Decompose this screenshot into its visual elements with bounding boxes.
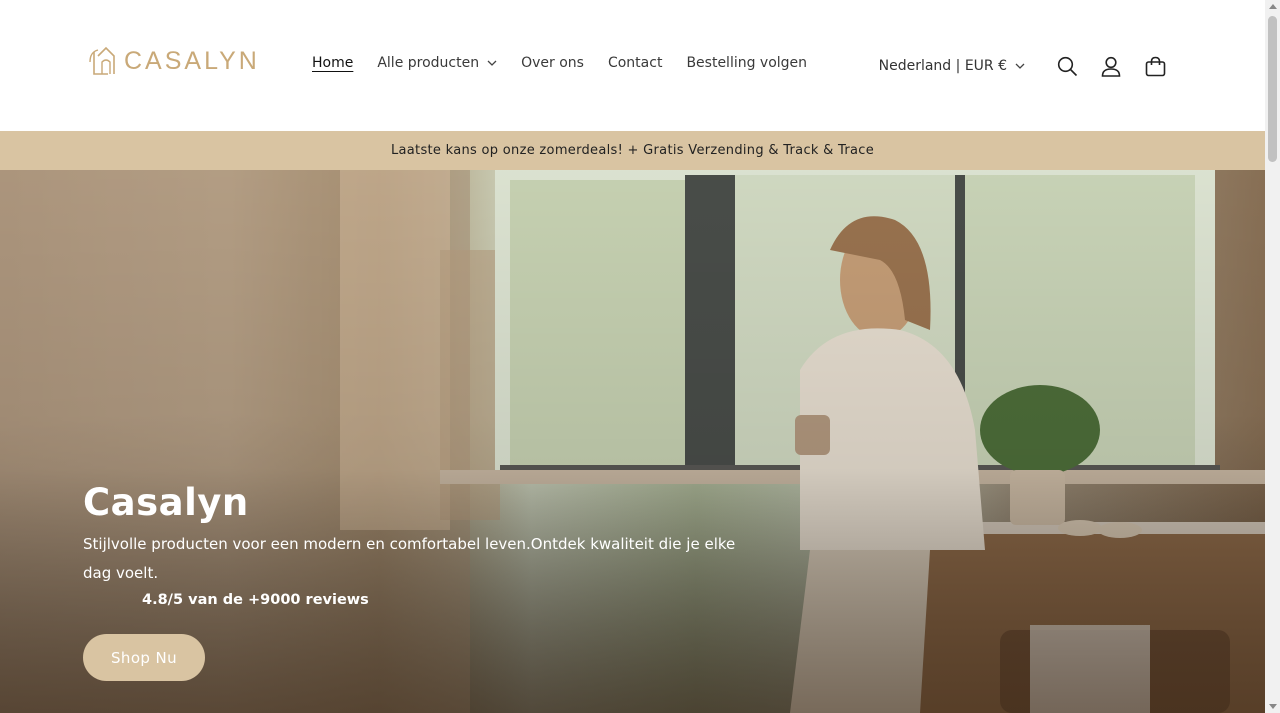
nav-over-ons-label: Over ons: [521, 55, 584, 71]
page-scrollbar[interactable]: [1265, 0, 1280, 713]
nav-contact-label: Contact: [607, 55, 663, 71]
nav-alle-producten[interactable]: Alle producten: [377, 55, 497, 71]
hero-reviews: 4.8/5 van de +9000 reviews: [83, 592, 763, 608]
chevron-down-icon: [1015, 63, 1025, 69]
site-header: CASALYN Home Alle producten Over ons Con…: [0, 0, 1265, 132]
hero-reviews-text: 4.8/5 van de +9000 reviews: [142, 592, 369, 608]
logo-mark-icon: [89, 46, 115, 75]
nav-contact[interactable]: Contact: [608, 55, 662, 71]
locale-label: Nederland | EUR €: [878, 58, 1007, 74]
brand-name: CASALYN: [124, 46, 260, 75]
shop-now-label: Shop Nu: [110, 648, 178, 667]
main-nav: Home Alle producten Over ons Contact Bes…: [312, 55, 807, 71]
nav-over-ons[interactable]: Over ons: [521, 55, 584, 71]
nav-bestelling-volgen-label: Bestelling volgen: [686, 55, 808, 71]
header-tools: Nederland | EUR €: [879, 52, 1177, 80]
hero-title: Casalyn: [83, 481, 249, 524]
announcement-bar: Laatste kans op onze zomerdeals! + Grati…: [0, 131, 1265, 170]
search-icon[interactable]: [1045, 52, 1089, 80]
hero-subtitle: Stijlvolle producten voor een modern en …: [83, 535, 736, 582]
hero-content: Casalyn Stijlvolle producten voor een mo…: [83, 480, 763, 608]
cart-icon[interactable]: [1133, 52, 1177, 80]
hero-image: [0, 170, 1265, 713]
account-icon[interactable]: [1089, 52, 1133, 80]
nav-home-label: Home: [312, 55, 354, 71]
page: CASALYN Home Alle producten Over ons Con…: [0, 0, 1265, 713]
locale-selector[interactable]: Nederland | EUR €: [879, 58, 1025, 74]
scroll-thumb[interactable]: [1268, 16, 1277, 162]
nav-bestelling-volgen[interactable]: Bestelling volgen: [686, 55, 807, 71]
hero-banner: Casalyn Stijlvolle producten voor een mo…: [0, 170, 1265, 713]
scroll-up-icon[interactable]: [1269, 4, 1277, 9]
chevron-down-icon: [487, 60, 497, 66]
brand-logo[interactable]: CASALYN: [88, 42, 260, 80]
nav-home[interactable]: Home: [312, 55, 353, 71]
announcement-text: Laatste kans op onze zomerdeals! + Grati…: [390, 143, 875, 158]
scroll-down-icon[interactable]: [1269, 704, 1277, 709]
nav-alle-producten-label: Alle producten: [377, 55, 480, 71]
shop-now-button[interactable]: Shop Nu: [83, 634, 205, 681]
